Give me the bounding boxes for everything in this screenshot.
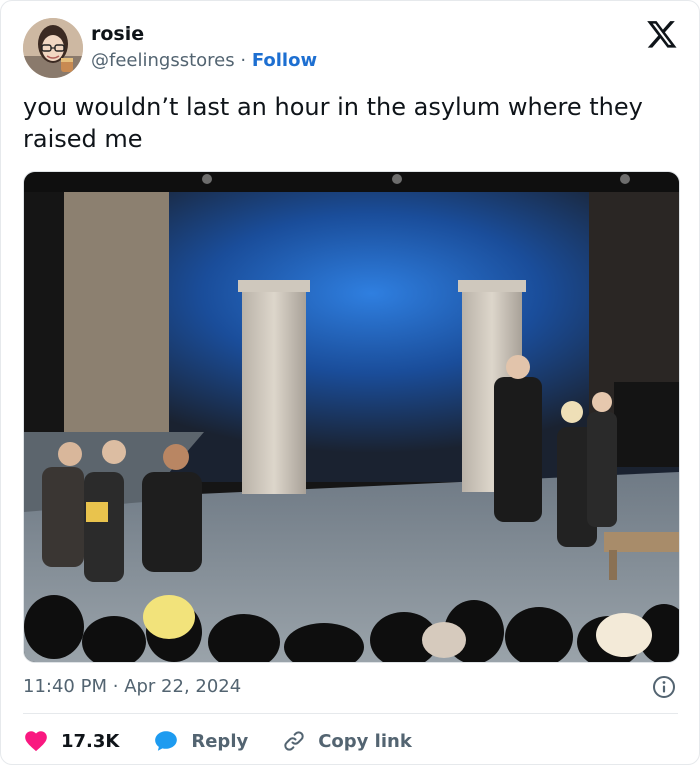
info-icon[interactable]	[652, 675, 676, 699]
author-name[interactable]: rosie	[91, 23, 144, 45]
speech-bubble-icon	[155, 731, 178, 751]
meta-dot: ·	[112, 676, 119, 697]
copy-link-button[interactable]: Copy link	[282, 729, 412, 753]
link-icon	[284, 731, 304, 751]
tweet-text: you wouldn’t last an hour in the asylum …	[23, 93, 643, 153]
x-logo-icon[interactable]	[646, 18, 678, 50]
action-bar: 17.3K Reply Copy link	[23, 726, 446, 756]
follow-button[interactable]: Follow	[252, 50, 317, 71]
tweet-card: rosie @feelingsstores · Follow you would…	[0, 0, 700, 765]
tweet-photo[interactable]	[23, 171, 680, 663]
divider	[23, 713, 678, 714]
tweet-time: 11:40 PM	[23, 676, 107, 697]
copy-link-label: Copy link	[318, 730, 412, 752]
tweet-date: Apr 22, 2024	[124, 676, 242, 697]
heart-icon	[25, 731, 47, 752]
like-button[interactable]: 17.3K	[23, 728, 119, 754]
author-handle[interactable]: @feelingsstores	[91, 50, 235, 71]
reply-label: Reply	[191, 730, 249, 752]
timestamp[interactable]: 11:40 PM · Apr 22, 2024	[23, 676, 241, 697]
like-count: 17.3K	[61, 730, 120, 752]
avatar[interactable]	[23, 18, 83, 78]
author-handle-row: @feelingsstores · Follow	[91, 50, 317, 71]
reply-button[interactable]: Reply	[153, 728, 248, 754]
separator-dot: ·	[240, 50, 247, 71]
